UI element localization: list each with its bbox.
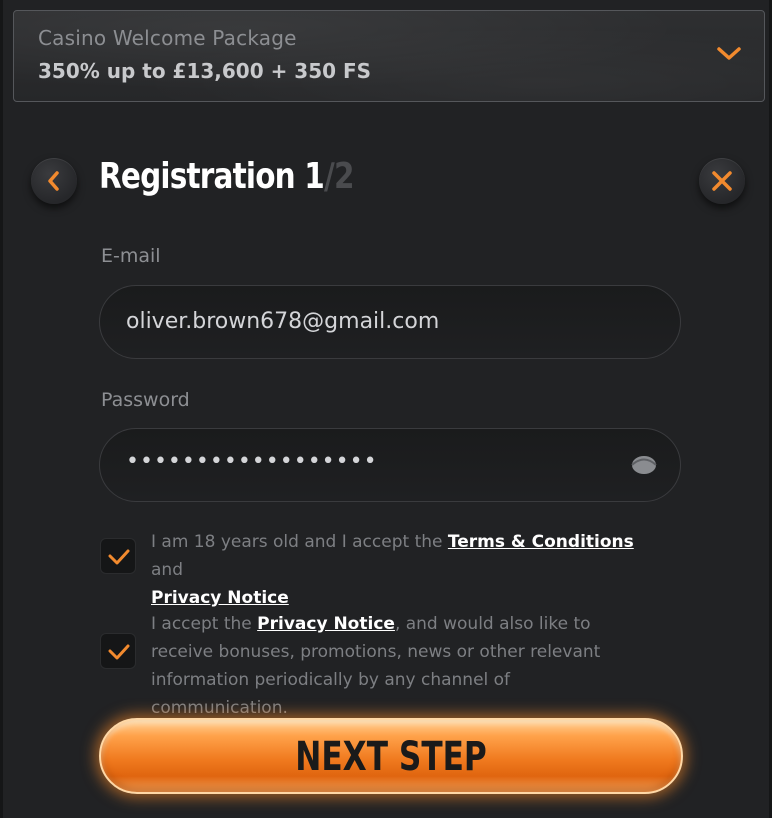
privacy-notice-link[interactable]: Privacy Notice [257,614,395,634]
email-field[interactable]: oliver.brown678@gmail.com [99,285,681,359]
welcome-package-title: Casino Welcome Package [38,26,297,50]
consent-text: I accept the [151,614,258,634]
chevron-down-icon [717,47,741,60]
age-terms-checkbox[interactable] [100,538,136,574]
password-field[interactable]: •••••••••••••••••• [99,428,681,502]
eye-icon[interactable] [630,454,658,476]
welcome-package-dropdown[interactable]: Casino Welcome Package 350% up to £13,60… [13,10,765,102]
page-title-text: Registration 1 [99,156,325,197]
close-icon [712,171,732,191]
welcome-package-value: 350% up to £13,600 + 350 FS [38,59,372,83]
terms-conditions-link[interactable]: Terms & Conditions [448,532,634,552]
next-step-button[interactable]: NEXT STEP [99,718,683,794]
next-step-label: NEXT STEP [295,734,487,780]
password-label: Password [101,389,190,411]
password-value: •••••••••••••••••• [126,449,378,474]
consent-text: and [151,560,183,580]
back-button[interactable] [31,158,77,204]
email-label: E-mail [101,245,161,267]
email-value: oliver.brown678@gmail.com [126,309,440,334]
marketing-checkbox[interactable] [100,633,136,669]
step-total: /2 [324,156,355,197]
checkmark-icon [108,644,130,660]
marketing-consent-text: I accept the Privacy Notice, and would a… [151,610,651,722]
age-terms-consent-text: I am 18 years old and I accept the Terms… [151,528,651,612]
close-button[interactable] [699,158,745,204]
registration-panel: Casino Welcome Package 350% up to £13,60… [0,0,772,818]
chevron-left-icon [48,171,59,191]
page-title: Registration 1/2 [99,156,355,197]
consent-text: I am 18 years old and I accept the [151,532,448,552]
privacy-notice-link[interactable]: Privacy Notice [151,588,289,608]
checkmark-icon [108,549,130,565]
